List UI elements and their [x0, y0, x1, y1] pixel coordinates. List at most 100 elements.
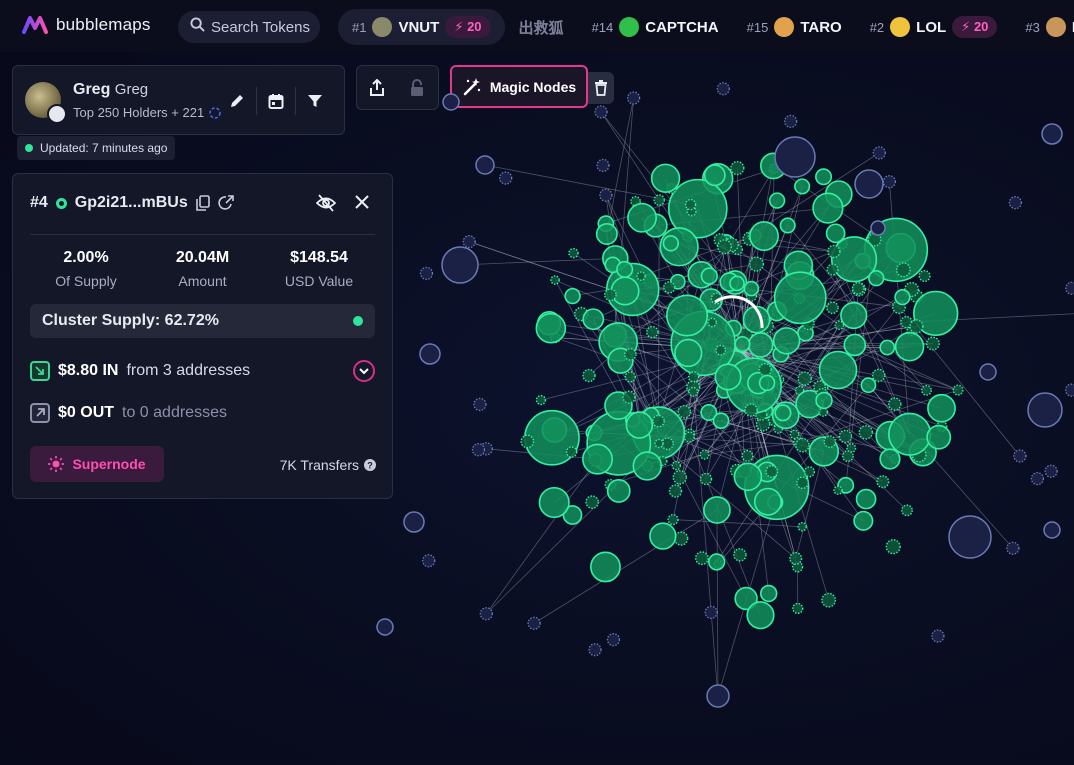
holder-bubble[interactable] [674, 338, 703, 368]
holder-bubble[interactable] [758, 362, 772, 377]
holder-bubble[interactable] [909, 319, 924, 334]
holder-bubble[interactable] [948, 515, 992, 559]
holder-bubble[interactable] [825, 223, 846, 244]
holder-bubble[interactable] [818, 350, 858, 390]
holder-bubble[interactable] [854, 169, 884, 199]
holder-bubble[interactable] [715, 344, 727, 356]
holder-bubble[interactable] [706, 684, 730, 708]
holder-bubble[interactable] [714, 363, 742, 391]
holder-bubble[interactable] [926, 424, 952, 450]
holder-bubble[interactable] [894, 289, 911, 306]
holder-bubble[interactable] [422, 554, 436, 568]
holder-bubble[interactable] [925, 336, 940, 351]
ticker-item[interactable]: #14 CAPTCHA [578, 9, 733, 45]
holder-bubble[interactable] [803, 466, 816, 478]
holder-bubble[interactable] [499, 171, 513, 185]
holder-bubble[interactable] [527, 616, 541, 630]
holder-bubble[interactable] [585, 495, 600, 509]
holder-bubble[interactable] [927, 393, 956, 423]
holder-bubble[interactable] [783, 114, 798, 129]
holder-bubble[interactable] [747, 332, 774, 358]
holder-bubble[interactable] [672, 470, 688, 485]
holder-bubble[interactable] [979, 363, 997, 381]
search-tokens-input[interactable]: Search Tokens [178, 11, 320, 43]
holder-bubble[interactable] [694, 551, 709, 566]
holder-bubble[interactable] [796, 476, 809, 490]
holder-bubble[interactable] [894, 331, 925, 362]
holder-bubble[interactable] [858, 425, 874, 440]
holder-bubble[interactable] [1044, 464, 1058, 478]
holder-bubble[interactable] [688, 386, 699, 397]
holder-bubble[interactable] [885, 539, 901, 555]
holder-bubble[interactable] [535, 394, 547, 406]
holder-bubble[interactable] [768, 192, 786, 209]
holder-bubble[interactable] [1013, 449, 1027, 463]
holder-bubble[interactable] [473, 397, 487, 412]
holder-bubble[interactable] [403, 511, 425, 533]
holder-bubble[interactable] [673, 531, 689, 546]
holder-bubble[interactable] [812, 192, 844, 224]
brand-logo[interactable]: bubblemaps [22, 14, 151, 36]
holder-bubble[interactable] [419, 343, 441, 365]
holder-bubble[interactable] [729, 275, 745, 292]
holder-bubble[interactable] [827, 244, 841, 259]
holder-bubble[interactable] [684, 198, 697, 211]
holder-bubble[interactable] [606, 633, 621, 647]
holder-bubble[interactable] [699, 449, 710, 460]
holder-bubble[interactable] [667, 513, 679, 526]
holder-bubble[interactable] [733, 548, 747, 562]
holder-bubble[interactable] [538, 486, 570, 519]
holder-bubble[interactable] [441, 246, 479, 284]
holder-bubble[interactable] [604, 288, 617, 302]
holder-bubble[interactable] [663, 281, 676, 294]
holder-bubble[interactable] [855, 488, 877, 510]
boost-badge[interactable]: ⚡ 20 [445, 16, 491, 38]
holder-bubble[interactable] [826, 263, 839, 276]
holder-bubble[interactable] [650, 163, 681, 193]
holder-bubble[interactable] [703, 496, 731, 524]
holder-bubble[interactable] [749, 221, 779, 252]
holder-bubble[interactable] [535, 312, 567, 344]
holder-bubble[interactable] [842, 450, 854, 463]
holder-bubble[interactable] [870, 220, 886, 236]
holder-bubble[interactable] [758, 374, 776, 392]
holder-bubble[interactable] [704, 605, 718, 620]
holder-bubble[interactable] [918, 269, 931, 283]
holder-bubble[interactable] [666, 294, 709, 337]
holder-bubble[interactable] [653, 194, 666, 206]
holder-bubble[interactable] [853, 510, 874, 531]
holder-bubble[interactable] [1027, 392, 1063, 428]
holder-bubble[interactable] [703, 164, 726, 187]
ticker-item[interactable]: #3PUNCH [1011, 9, 1074, 45]
holder-bubble[interactable] [895, 262, 911, 278]
holder-bubble[interactable] [843, 333, 867, 357]
holder-bubble[interactable] [599, 188, 613, 202]
holder-bubble[interactable] [774, 136, 816, 178]
holder-bubble[interactable] [716, 82, 730, 96]
holder-bubble[interactable] [834, 320, 845, 331]
holder-bubble[interactable] [888, 412, 932, 456]
holder-bubble[interactable] [1041, 123, 1063, 145]
holder-bubble[interactable] [622, 390, 636, 404]
holder-bubble[interactable] [707, 317, 718, 328]
holder-bubble[interactable] [683, 431, 695, 443]
holder-bubble[interactable] [772, 327, 801, 355]
holder-bubble[interactable] [833, 485, 843, 495]
holder-bubble[interactable] [625, 411, 654, 439]
holder-bubble[interactable] [590, 551, 621, 583]
holder-bubble[interactable] [753, 487, 782, 516]
holder-bubble[interactable] [888, 397, 902, 411]
holder-bubble[interactable] [649, 522, 677, 550]
holder-bubble[interactable] [901, 504, 913, 517]
holder-bubble[interactable] [606, 479, 631, 503]
holder-bubble[interactable] [826, 301, 839, 315]
holder-bubble[interactable] [879, 339, 896, 356]
holder-bubble[interactable] [376, 618, 394, 636]
holder-bubble[interactable] [442, 93, 460, 111]
holder-bubble[interactable] [872, 146, 886, 160]
holder-bubble[interactable] [671, 460, 682, 471]
holder-bubble[interactable] [419, 266, 434, 281]
holder-bubble[interactable] [595, 223, 618, 246]
holder-bubble[interactable] [815, 168, 833, 186]
holder-bubble[interactable] [471, 443, 486, 457]
